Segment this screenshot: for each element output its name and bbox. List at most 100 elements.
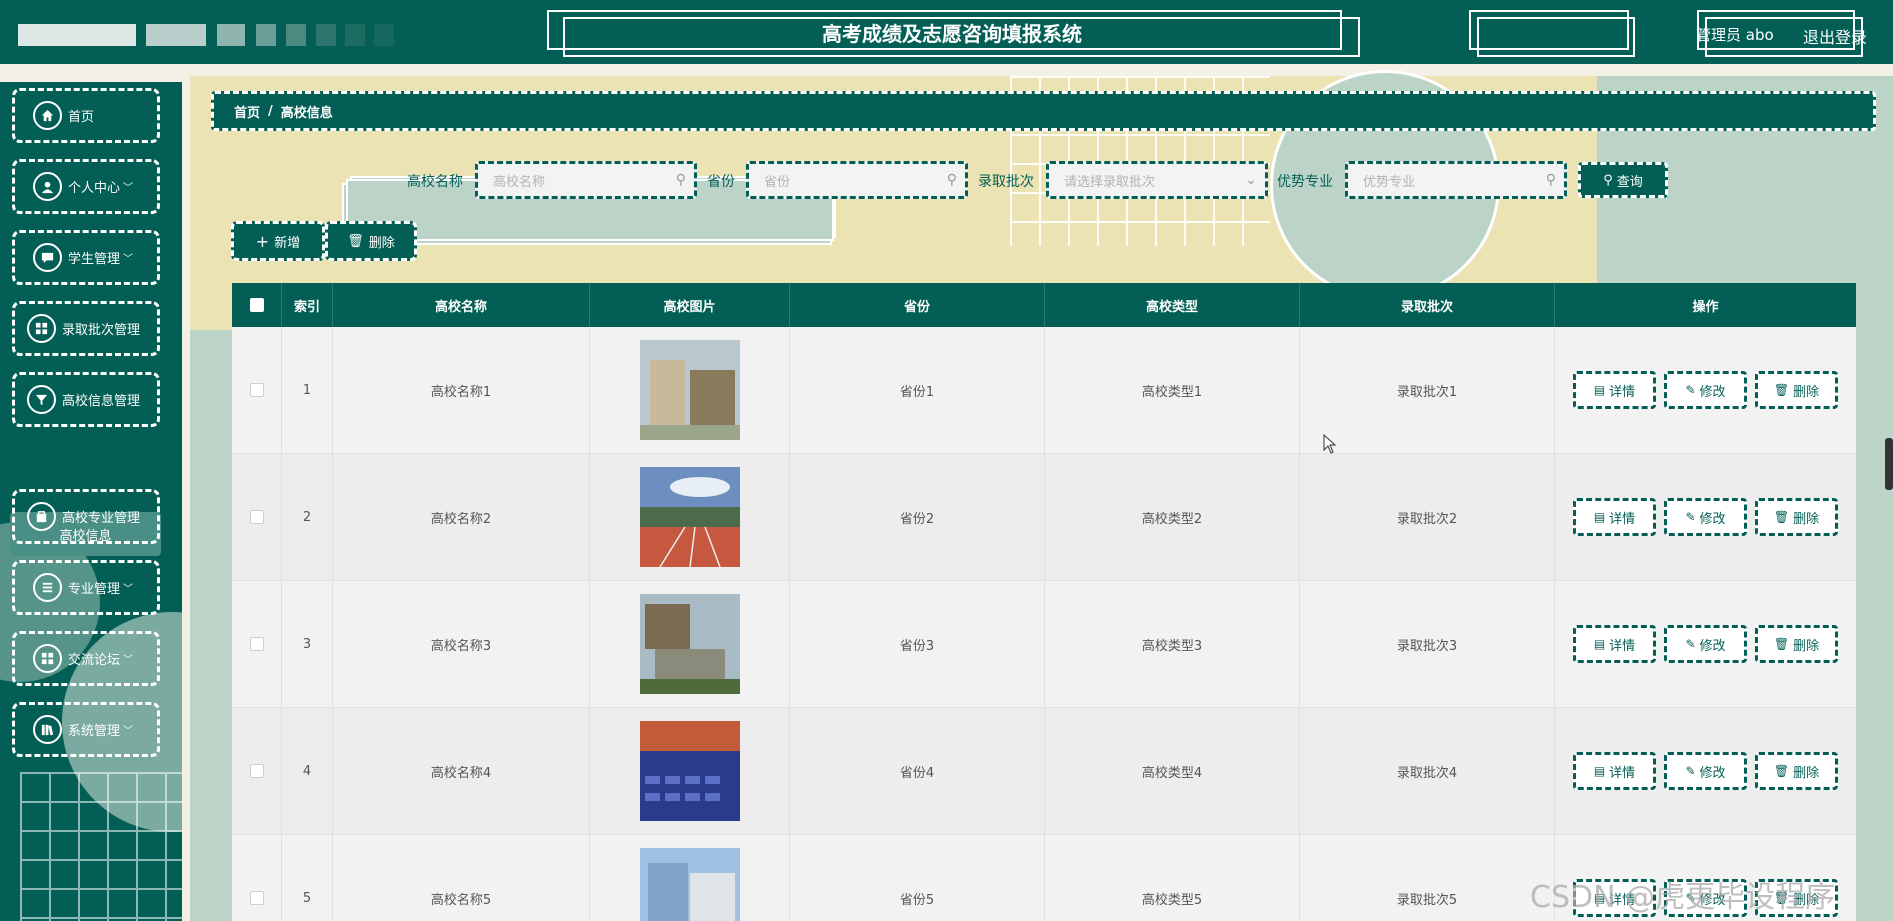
province-cell: 省份2 (790, 454, 1045, 580)
index-cell: 1 (282, 327, 333, 453)
row-checkbox[interactable] (249, 891, 264, 905)
select-all-cell (232, 283, 282, 327)
university-name-label: 高校名称 (407, 174, 463, 190)
university-type-cell: 高校类型2 (1045, 454, 1300, 580)
detail-button[interactable]: ▤ 详情 (1573, 498, 1656, 536)
column-header: 录取批次 (1300, 283, 1555, 327)
delete-button-label: 删除 (368, 235, 395, 251)
table-row: 4 高校名称4 省份4 高校类型4 录取批次4 ▤ 详情 ✎ 修改 🗑 删除 (232, 708, 1856, 835)
row-delete-button[interactable]: 🗑 删除 (1755, 625, 1838, 663)
detail-button[interactable]: ▤ 详情 (1573, 752, 1656, 790)
sidebar-item-forum[interactable]: 交流论坛 ﹀ (12, 631, 160, 686)
edit-button[interactable]: ✎ 修改 (1664, 498, 1747, 536)
university-photo[interactable] (639, 340, 740, 440)
row-checkbox[interactable] (249, 764, 264, 778)
sidebar-item-admission-batches[interactable]: 录取批次管理 (12, 301, 160, 356)
search-icon: ⚲ (1545, 172, 1556, 188)
row-select-cell (232, 835, 282, 921)
university-photo[interactable] (639, 721, 740, 821)
row-select-cell (232, 327, 282, 453)
province-input[interactable]: 省份 ⚲ (746, 161, 968, 199)
sidebar-item-personal-center[interactable]: 个人中心 ﹀ (12, 159, 160, 214)
sidebar-item-majors[interactable]: 专业管理 ﹀ (12, 560, 160, 615)
books-icon (33, 715, 62, 744)
document-icon: ▤ (1593, 637, 1606, 651)
breadcrumb: 首页 / 高校信息 (211, 91, 1876, 131)
column-header: 操作 (1692, 299, 1719, 315)
grid-icon (27, 314, 56, 343)
document-icon: ▤ (1593, 510, 1606, 524)
trash-icon: 🗑 (1773, 510, 1790, 524)
university-table: 索引 高校名称 高校图片 省份 高校类型 录取批次 操作 1 高校名称1 省份1… (232, 283, 1856, 921)
breadcrumb-home[interactable]: 首页 (234, 102, 260, 121)
sidebar-item-label: 高校专业管理 (62, 511, 141, 526)
bag-icon (27, 502, 56, 531)
chevron-down-icon: ﹀ (123, 726, 134, 737)
university-photo[interactable] (639, 594, 740, 694)
row-delete-button-label: 删除 (1793, 511, 1820, 527)
detail-button-label: 详情 (1609, 384, 1636, 400)
sidebar-decor-grid (20, 772, 182, 921)
edit-button[interactable]: ✎ 修改 (1664, 752, 1747, 790)
university-name-input[interactable]: 高校名称 ⚲ (475, 161, 697, 199)
edit-button[interactable]: ✎ 修改 (1664, 625, 1747, 663)
detail-button-label: 详情 (1609, 511, 1636, 527)
add-button[interactable]: + 新增 (231, 221, 325, 261)
university-photo[interactable] (639, 848, 740, 921)
row-checkbox[interactable] (249, 637, 264, 651)
sidebar-item-label: 专业管理 (68, 582, 121, 597)
sidebar-item-university-info[interactable]: 高校信息管理 (12, 372, 160, 427)
university-image-cell (590, 581, 790, 707)
major-input[interactable]: 优势专业 ⚲ (1345, 161, 1567, 199)
column-header: 索引 (282, 283, 333, 327)
search-icon: ⚲ (675, 172, 686, 188)
row-delete-button[interactable]: 🗑 删除 (1755, 498, 1838, 536)
sidebar-item-label: 交流论坛 (68, 653, 121, 668)
header-decor-bar (146, 24, 206, 46)
row-checkbox[interactable] (249, 510, 264, 524)
batch-cell: 录取批次1 (1300, 327, 1555, 453)
detail-button[interactable]: ▤ 详情 (1573, 625, 1656, 663)
university-image-cell (590, 327, 790, 453)
detail-button[interactable]: ▤ 详情 (1573, 371, 1656, 409)
sidebar-item-students[interactable]: 学生管理 ﹀ (12, 230, 160, 285)
edit-button[interactable]: ✎ 修改 (1664, 371, 1747, 409)
sidebar-item-label: 学生管理 (68, 252, 121, 267)
delete-button[interactable]: 🗑 删除 (325, 221, 417, 261)
funnel-icon (27, 385, 56, 414)
university-photo[interactable] (639, 467, 740, 567)
current-user: 管理员 abo (1696, 26, 1774, 44)
sidebar-item-label: 首页 (68, 110, 95, 125)
sidebar-item-system[interactable]: 系统管理 ﹀ (12, 702, 160, 757)
sidebar-item-university-majors[interactable]: 高校专业管理 (12, 489, 160, 544)
sidebar-item-label: 系统管理 (68, 724, 121, 739)
select-all-checkbox[interactable] (249, 298, 264, 312)
header-decor-bar (286, 24, 306, 46)
query-button[interactable]: ⚲ 查询 (1578, 162, 1668, 198)
row-checkbox[interactable] (249, 383, 264, 397)
pencil-icon: ✎ (1685, 510, 1696, 524)
scroll-handle[interactable] (1885, 438, 1893, 490)
province-cell: 省份3 (790, 581, 1045, 707)
logout-link[interactable]: 退出登录 (1803, 24, 1867, 48)
row-delete-button-label: 删除 (1793, 638, 1820, 654)
row-select-cell (232, 454, 282, 580)
chevron-down-icon: ﹀ (123, 254, 134, 265)
batch-cell: 录取批次2 (1300, 454, 1555, 580)
detail-button-label: 详情 (1609, 765, 1636, 781)
sidebar-item-label: 高校信息管理 (62, 394, 141, 409)
batch-select[interactable]: 请选择录取批次 ⌄ (1046, 161, 1268, 199)
university-type-cell: 高校类型5 (1045, 835, 1300, 921)
header-decor-bar (256, 24, 276, 46)
edit-button-label: 修改 (1699, 765, 1726, 781)
column-header: 省份 (790, 283, 1045, 327)
sidebar-item-label: 录取批次管理 (62, 323, 141, 338)
sidebar-item-home[interactable]: 首页 (12, 88, 160, 143)
batch-cell: 录取批次4 (1300, 708, 1555, 834)
table-row: 3 高校名称3 省份3 高校类型3 录取批次3 ▤ 详情 ✎ 修改 🗑 删除 (232, 581, 1856, 708)
row-delete-button[interactable]: 🗑 删除 (1755, 752, 1838, 790)
row-delete-button[interactable]: 🗑 删除 (1755, 371, 1838, 409)
major-label: 优势专业 (1277, 174, 1333, 190)
university-name-cell: 高校名称2 (333, 454, 590, 580)
document-icon: ▤ (1593, 764, 1606, 778)
